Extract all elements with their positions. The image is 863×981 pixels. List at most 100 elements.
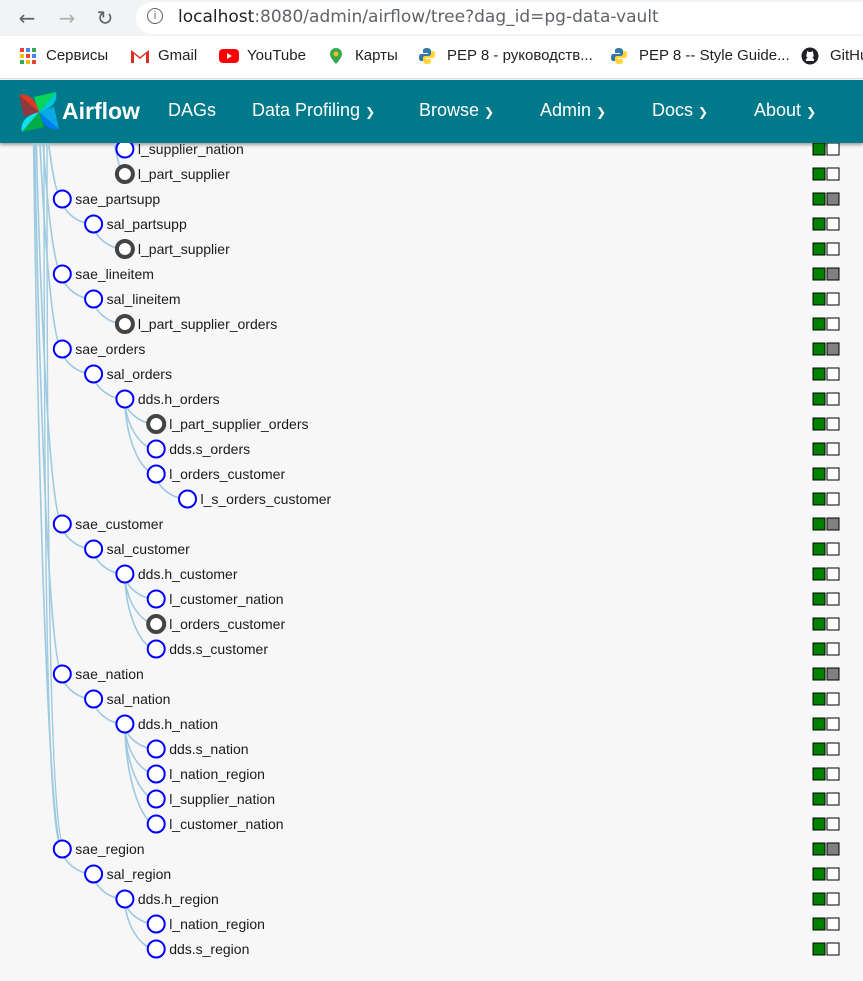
python-icon[interactable] — [610, 47, 628, 65]
tree-node[interactable]: dds.h_nation — [115, 714, 840, 734]
task-instance-square[interactable] — [826, 617, 840, 631]
task-node-circle[interactable] — [84, 364, 104, 384]
task-label[interactable]: l_supplier_nation — [169, 791, 275, 807]
task-node-circle[interactable] — [146, 614, 167, 634]
tree-node[interactable]: l_supplier_nation — [115, 143, 840, 159]
task-label[interactable]: dds.h_orders — [138, 391, 220, 407]
task-instance-square[interactable] — [826, 342, 840, 356]
task-instance-square[interactable] — [826, 242, 840, 256]
task-node-circle[interactable] — [115, 389, 135, 409]
task-instance-square[interactable] — [812, 842, 826, 856]
task-instance-square[interactable] — [812, 292, 826, 306]
task-node-circle[interactable] — [146, 739, 166, 759]
task-node-circle[interactable] — [114, 239, 135, 259]
task-label[interactable]: dds.s_orders — [169, 441, 250, 457]
task-instance-square[interactable] — [812, 192, 826, 206]
task-node-circle[interactable] — [146, 589, 166, 609]
gmail-icon[interactable] — [130, 47, 150, 65]
task-instance-square[interactable] — [826, 767, 840, 781]
task-node-circle[interactable] — [146, 414, 167, 434]
task-instance-square[interactable] — [826, 292, 840, 306]
task-node-circle[interactable] — [146, 464, 166, 484]
tree-node[interactable]: l_orders_customer — [146, 614, 840, 634]
task-node-circle[interactable] — [115, 564, 135, 584]
task-label[interactable]: sal_orders — [107, 366, 172, 382]
back-arrow-icon[interactable]: ← — [13, 4, 41, 32]
task-label[interactable]: sae_orders — [75, 341, 145, 357]
tree-node[interactable]: l_part_supplier_orders — [114, 314, 840, 334]
tree-node[interactable]: l_nation_region — [146, 764, 840, 784]
task-label[interactable]: l_part_supplier_orders — [169, 416, 308, 432]
task-node-circle[interactable] — [146, 914, 166, 934]
task-node-circle[interactable] — [84, 689, 104, 709]
task-node-circle[interactable] — [84, 214, 104, 234]
task-instance-square[interactable] — [812, 592, 826, 606]
task-instance-square[interactable] — [812, 892, 826, 906]
task-instance-square[interactable] — [826, 392, 840, 406]
forward-arrow-icon[interactable]: → — [53, 4, 81, 32]
task-instance-square[interactable] — [826, 742, 840, 756]
tree-node[interactable]: sal_customer — [84, 539, 840, 559]
task-label[interactable]: dds.s_nation — [169, 741, 248, 757]
task-instance-square[interactable] — [812, 767, 826, 781]
task-node-circle[interactable] — [115, 889, 135, 909]
tree-node[interactable]: dds.s_customer — [146, 639, 840, 659]
task-instance-square[interactable] — [812, 492, 826, 506]
tree-node[interactable]: sal_orders — [84, 364, 840, 384]
task-node-circle[interactable] — [84, 539, 104, 559]
airflow-pinwheel-logo-icon[interactable] — [16, 89, 62, 135]
task-label[interactable]: l_supplier_nation — [138, 143, 244, 157]
task-label[interactable]: sae_partsupp — [75, 191, 160, 207]
task-label[interactable]: sal_partsupp — [107, 216, 187, 232]
task-node-circle[interactable] — [146, 814, 166, 834]
task-instance-square[interactable] — [812, 642, 826, 656]
task-node-circle[interactable] — [146, 764, 166, 784]
task-node-circle[interactable] — [146, 439, 166, 459]
task-instance-square[interactable] — [812, 242, 826, 256]
task-label[interactable]: sal_customer — [107, 541, 191, 557]
github-icon[interactable] — [801, 47, 819, 65]
task-node-circle[interactable] — [52, 189, 72, 209]
task-instance-square[interactable] — [826, 817, 840, 831]
reload-icon[interactable]: ↻ — [91, 4, 119, 32]
task-instance-square[interactable] — [826, 517, 840, 531]
task-instance-square[interactable] — [812, 692, 826, 706]
task-instance-square[interactable] — [826, 642, 840, 656]
task-node-circle[interactable] — [84, 289, 104, 309]
tree-node[interactable]: l_s_orders_customer — [178, 489, 840, 509]
url-text[interactable]: localhost:8080/admin/airflow/tree?dag_id… — [178, 7, 659, 27]
task-instance-square[interactable] — [826, 792, 840, 806]
brand-title[interactable]: Airflow — [62, 98, 140, 125]
task-instance-square[interactable] — [812, 442, 826, 456]
task-label[interactable]: l_orders_customer — [169, 616, 285, 632]
task-instance-square[interactable] — [826, 542, 840, 556]
task-node-circle[interactable] — [52, 339, 72, 359]
maps-pin-icon[interactable] — [327, 47, 345, 65]
bookmark-pep8-en[interactable]: PEP 8 -- Style Guide... — [639, 47, 790, 64]
task-node-circle[interactable] — [114, 314, 135, 334]
task-instance-square[interactable] — [826, 467, 840, 481]
task-instance-square[interactable] — [812, 942, 826, 956]
task-label[interactable]: l_orders_customer — [169, 466, 285, 482]
tree-node[interactable]: sae_nation — [52, 664, 840, 684]
task-label[interactable]: dds.h_customer — [138, 566, 238, 582]
task-instance-square[interactable] — [812, 467, 826, 481]
task-node-circle[interactable] — [52, 839, 72, 859]
task-instance-square[interactable] — [826, 592, 840, 606]
task-label[interactable]: sal_region — [107, 866, 172, 882]
bookmark-youtube[interactable]: YouTube — [247, 47, 306, 64]
tree-node[interactable]: l_supplier_nation — [146, 789, 840, 809]
tree-node[interactable]: dds.h_region — [115, 889, 840, 909]
apps-grid-icon[interactable] — [19, 47, 37, 65]
tree-node[interactable]: dds.h_customer — [115, 564, 840, 584]
tree-node[interactable]: l_part_supplier — [114, 164, 840, 184]
task-label[interactable]: sal_lineitem — [107, 291, 181, 307]
task-instance-square[interactable] — [812, 667, 826, 681]
tree-node[interactable]: dds.s_orders — [146, 439, 840, 459]
task-label[interactable]: l_part_supplier — [138, 241, 230, 257]
task-label[interactable]: dds.s_region — [169, 941, 249, 957]
nav-browse[interactable]: Browse ❯ — [419, 100, 494, 121]
task-instance-square[interactable] — [826, 442, 840, 456]
task-label[interactable]: dds.h_region — [138, 891, 219, 907]
task-instance-square[interactable] — [812, 867, 826, 881]
